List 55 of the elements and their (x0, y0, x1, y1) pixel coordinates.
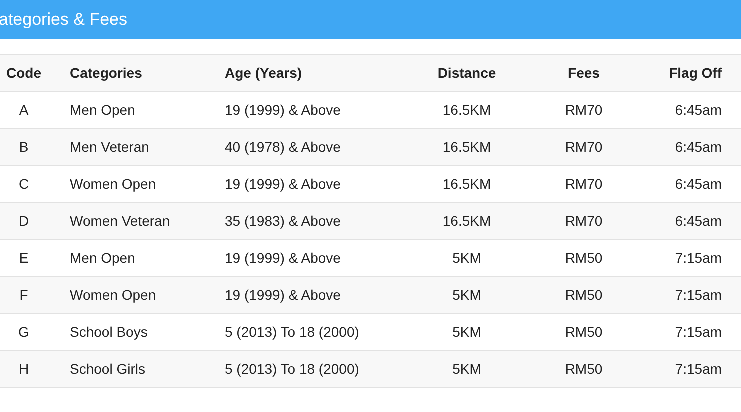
table-cell-text: Women Open (70, 174, 156, 194)
table-cell-text: 6:45am (675, 100, 722, 120)
table-cell-text: H (18, 360, 30, 378)
table-cell-text: Women Veteran (70, 212, 170, 230)
table-cell-text: 6:45am (675, 138, 722, 156)
table-cell-text: 7:15am (675, 360, 722, 378)
table-cell-text: 19 (1999) & Above (225, 248, 341, 268)
table-cell-text: 5 (2013) To 18 (2000) (225, 322, 360, 342)
table-cell-text: RM70 (565, 100, 603, 120)
table-cell-text: 16.5KM (442, 212, 492, 230)
table-cell-text: Women Open (70, 286, 156, 305)
table-cell-text: 16.5KM (442, 174, 492, 194)
table-cell-text: School Girls (70, 360, 146, 378)
table-cell-text: 5KM (452, 322, 482, 342)
table-cell-text: 7:15am (675, 248, 722, 268)
column-header: Distance (438, 64, 496, 82)
table-cell-text: 19 (1999) & Above (225, 286, 341, 305)
table-cell-text: 16.5KM (442, 138, 492, 156)
table-cell-text: B (19, 138, 29, 156)
table-cell-text: RM70 (565, 212, 603, 230)
section-title: ategories & Fees (0, 8, 128, 31)
table-cell-text: RM70 (565, 174, 603, 194)
table-cell-text: RM50 (565, 248, 603, 268)
table-cell-text: A (19, 100, 29, 120)
table-cell-text: 16.5KM (442, 100, 492, 120)
column-header: Age (Years) (225, 64, 302, 83)
table-cell-text: 19 (1999) & Above (225, 174, 341, 194)
column-header: Code (6, 64, 42, 82)
table-cell-text: 5KM (452, 286, 482, 304)
column-header: Categories (70, 64, 142, 83)
table-cell-text: RM50 (565, 286, 603, 304)
table-cell-text: 7:15am (675, 286, 722, 304)
table-cell-text: RM70 (565, 138, 603, 156)
table-cell-text: 5KM (452, 248, 482, 268)
table-cell-text: F (20, 286, 28, 304)
table-cell-text: 7:15am (675, 322, 722, 342)
column-header: Flag Off (669, 64, 722, 83)
table-cell-text: 5 (2013) To 18 (2000) (225, 360, 360, 379)
table-cell-text: School Boys (70, 322, 148, 342)
table-cell-text: 6:45am (675, 174, 722, 194)
table-cell-text: Men Veteran (70, 138, 150, 156)
table-cell-text: RM50 (565, 360, 603, 378)
table-cell-text: 19 (1999) & Above (225, 100, 341, 120)
table-cell-text: C (18, 174, 30, 194)
table-cell-text: Men Open (70, 248, 136, 268)
table-cell-text: RM50 (565, 322, 603, 342)
column-header: Fees (568, 64, 600, 82)
table-cell-text: 5KM (452, 360, 482, 378)
table-cell-text: Men Open (70, 100, 136, 120)
table-cell-text: G (18, 322, 30, 342)
table-cell-text: E (19, 248, 29, 268)
table-cell-text: 6:45am (675, 212, 722, 230)
table-cell-text: 40 (1978) & Above (225, 138, 341, 157)
table-cell-text: 35 (1983) & Above (225, 212, 341, 231)
table-cell-text: D (18, 212, 30, 230)
